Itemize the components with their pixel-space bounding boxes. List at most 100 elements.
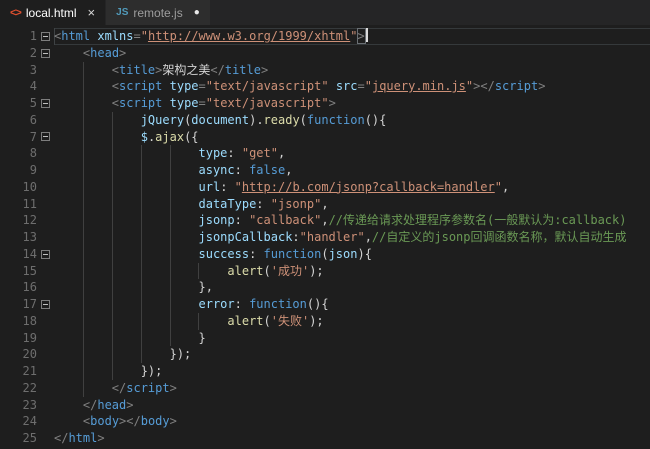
editor-pane[interactable]: 1 <html xmlns="http://www.w3.org/1999/xht… bbox=[0, 25, 650, 449]
code-line: 7 $.ajax({ bbox=[0, 128, 650, 146]
code-content: jQuery(document).ready(function(){ bbox=[54, 111, 650, 129]
code-line: 24 <body></body> bbox=[0, 413, 650, 430]
code-line: 20 }); bbox=[0, 346, 650, 363]
code-token: </ bbox=[54, 431, 69, 445]
code-token: : bbox=[234, 163, 250, 177]
code-token: > bbox=[260, 62, 269, 77]
code-token: < bbox=[111, 62, 120, 77]
code-token: </ bbox=[111, 380, 127, 395]
code-token: > bbox=[126, 397, 134, 412]
fold-column bbox=[37, 78, 54, 95]
indent-guide-line bbox=[82, 262, 84, 280]
fold-column bbox=[37, 296, 54, 313]
code-line: 10 url: "http://b.com/jsonp?callback=han… bbox=[0, 178, 650, 196]
unsaved-changes-dot-icon[interactable]: ● bbox=[194, 7, 200, 18]
code-token: ready bbox=[263, 112, 300, 127]
code-token: //传递给请求处理程序参数名(一般默认为:callback) bbox=[328, 213, 627, 228]
code-token: = bbox=[198, 79, 206, 94]
code-content: type: "get", bbox=[54, 145, 650, 162]
code-token: } bbox=[198, 330, 206, 345]
code-token: ( bbox=[263, 263, 271, 278]
code-content: }); bbox=[54, 346, 650, 363]
code-token: = bbox=[198, 96, 206, 110]
code-token: }); bbox=[169, 347, 192, 362]
fold-collapse-icon[interactable] bbox=[41, 132, 50, 142]
code-token: ); bbox=[309, 263, 324, 278]
code-token: "get" bbox=[241, 146, 278, 161]
tab-remote-js[interactable]: JS remote.js ● bbox=[106, 0, 211, 25]
close-tab-icon[interactable]: × bbox=[88, 6, 96, 19]
indent-guide-line bbox=[169, 279, 171, 296]
code-token: , bbox=[285, 163, 293, 177]
code-content: $.ajax({ bbox=[54, 128, 650, 146]
indent-guide-line bbox=[82, 128, 84, 146]
indent-guide-line bbox=[169, 262, 171, 280]
code-content: <script type="text/javascript" src="jque… bbox=[54, 78, 650, 95]
indent-guide-line bbox=[140, 229, 142, 246]
code-token: script bbox=[494, 79, 539, 94]
code-line: 16 }, bbox=[0, 279, 650, 296]
fold-collapse-icon[interactable] bbox=[41, 31, 50, 41]
indent-guide-line bbox=[111, 162, 113, 179]
code-token: : bbox=[220, 179, 235, 194]
indent-guide-line bbox=[140, 195, 142, 213]
code-token: success bbox=[198, 246, 250, 261]
code-token: script bbox=[119, 79, 163, 94]
code-token: , bbox=[321, 196, 329, 211]
code-content: error: function(){ bbox=[54, 296, 650, 313]
code-token: jsonpCallback bbox=[198, 230, 293, 244]
fold-column bbox=[37, 363, 54, 380]
fold-column bbox=[37, 162, 54, 179]
indent-guide-line bbox=[111, 312, 113, 330]
code-token: "handler" bbox=[299, 230, 365, 244]
code-token: '成功' bbox=[270, 263, 310, 278]
code-token: xmlns bbox=[97, 29, 134, 43]
code-line: 18 alert('失败'); bbox=[0, 312, 650, 330]
code-token: > bbox=[169, 414, 177, 429]
code-line: 3 <title>架构之美</title> bbox=[0, 61, 650, 79]
code-content: }); bbox=[54, 363, 650, 380]
fold-column bbox=[37, 95, 54, 112]
code-token: script bbox=[126, 380, 170, 395]
code-token: document bbox=[191, 112, 250, 127]
fold-collapse-icon[interactable] bbox=[41, 299, 50, 309]
indent-guide-line bbox=[82, 346, 84, 363]
fold-collapse-icon[interactable] bbox=[41, 98, 50, 108]
indent-guide-line bbox=[140, 279, 142, 296]
indent-guide-line bbox=[111, 145, 113, 162]
code-line: 13 jsonpCallback:"handler",//自定义的jsonp回调… bbox=[0, 229, 650, 246]
line-number: 11 bbox=[22, 196, 37, 211]
code-line: 22 </script> bbox=[0, 379, 650, 397]
line-number: 22 bbox=[22, 380, 37, 395]
indent-guide-line bbox=[140, 296, 142, 313]
indent-guide-line bbox=[140, 329, 142, 347]
indent-guide-line bbox=[82, 296, 84, 313]
code-token: : bbox=[227, 146, 242, 161]
indent-guide-line bbox=[169, 245, 171, 263]
line-number: 9 bbox=[29, 163, 37, 177]
code-token: '失败' bbox=[270, 313, 310, 328]
code-content: <head> bbox=[54, 45, 650, 62]
code-line: 5 <script type="text/javascript"> bbox=[0, 95, 650, 112]
tab-local-html[interactable]: <> local.html × bbox=[0, 0, 107, 25]
tab-label-local-html: local.html bbox=[25, 5, 77, 20]
indent-guide-line bbox=[198, 312, 200, 330]
fold-collapse-icon[interactable] bbox=[41, 48, 50, 58]
code-line: 15 alert('成功'); bbox=[0, 262, 650, 280]
fold-column bbox=[37, 380, 54, 397]
code-token: 架构之美 bbox=[162, 62, 211, 77]
code-line: 4 <script type="text/javascript" src="jq… bbox=[0, 78, 650, 95]
indent-guide-line bbox=[111, 296, 113, 313]
fold-column bbox=[37, 112, 54, 129]
line-number: 16 bbox=[22, 280, 37, 295]
fold-column bbox=[37, 313, 54, 330]
code-token: > bbox=[97, 431, 105, 445]
fold-column bbox=[37, 212, 54, 229]
indent-guide-line bbox=[140, 212, 142, 229]
html-file-icon: <> bbox=[10, 6, 22, 19]
fold-column bbox=[37, 129, 54, 146]
code-token: </ bbox=[210, 62, 225, 77]
code-content: alert('失败'); bbox=[54, 312, 650, 330]
fold-collapse-icon[interactable] bbox=[41, 249, 50, 259]
